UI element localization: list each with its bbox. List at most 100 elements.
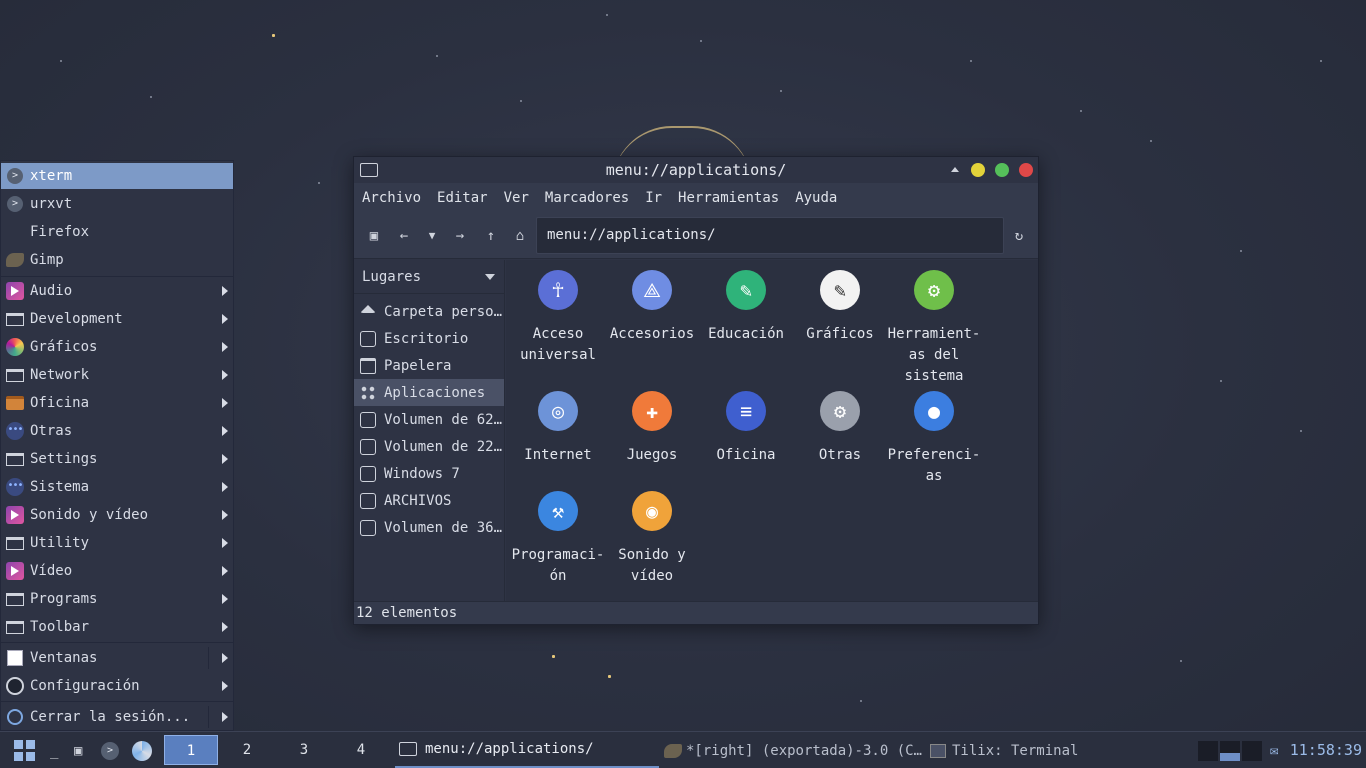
menu-item-settings[interactable]: Settings — [1, 446, 233, 472]
mail-icon[interactable]: ✉ — [1270, 732, 1278, 768]
workspace-2[interactable]: 2 — [220, 735, 274, 765]
menu-item-sonido-y-video[interactable]: Sonido y vídeo — [1, 502, 233, 528]
submenu-arrow-icon — [222, 314, 228, 324]
menu-item-development[interactable]: Development — [1, 306, 233, 332]
window-icon — [5, 533, 25, 553]
pager-icon[interactable] — [1198, 732, 1262, 768]
menu-item-oficina[interactable]: Oficina — [1, 390, 233, 416]
minimize-all-icon[interactable]: _ — [50, 732, 58, 768]
task-gimp[interactable]: *[right] (exportada)-3.0 (C… — [662, 732, 922, 768]
sidebar-item-home[interactable]: Carpeta perso… — [354, 298, 504, 325]
menu-item-audio[interactable]: Audio — [1, 278, 233, 304]
app-category-item[interactable]: ≡ Oficina — [699, 391, 793, 466]
app-category-label: Otras — [793, 445, 887, 466]
app-category-item[interactable]: ⚙ Otras — [793, 391, 887, 466]
firefox-icon — [5, 222, 25, 242]
workspace-3[interactable]: 3 — [277, 735, 331, 765]
menu-item-ventanas[interactable]: Ventanas — [1, 645, 233, 671]
sidebar-item-archivos[interactable]: ARCHIVOS — [354, 487, 504, 514]
app-category-label-line: Juegos — [626, 447, 678, 463]
workspace-4[interactable]: 4 — [334, 735, 388, 765]
app-category-item[interactable]: ☥ Acceso universal — [511, 270, 605, 366]
multimedia-icon — [5, 505, 25, 525]
browser-launcher-icon[interactable] — [132, 732, 152, 768]
app-grid-icon[interactable] — [14, 732, 36, 768]
brush-icon: ✎ — [820, 270, 860, 310]
app-category-item[interactable]: ✚ Juegos — [605, 391, 699, 466]
submenu-arrow-icon — [222, 482, 228, 492]
maximize-button[interactable] — [995, 163, 1009, 177]
menu-item-otras[interactable]: ••• Otras — [1, 418, 233, 444]
menu-item-sistema[interactable]: ••• Sistema — [1, 474, 233, 500]
sidebar-item-volume-3[interactable]: Volumen de 36… — [354, 514, 504, 541]
app-category-label-line: Acceso — [532, 326, 584, 342]
home-button[interactable]: ⌂ — [511, 227, 529, 245]
menu-ayuda[interactable]: Ayuda — [795, 190, 837, 206]
menu-herramientas[interactable]: Herramientas — [678, 190, 779, 206]
menu-item-gimp[interactable]: Gimp — [1, 247, 233, 273]
address-bar[interactable]: menu://applications/ — [536, 217, 1004, 254]
sidebar-item-label: Papelera — [384, 357, 452, 374]
menu-item-programs[interactable]: Programs — [1, 586, 233, 612]
accessibility-icon: ☥ — [538, 270, 578, 310]
taskbar: _ ▣ > 1 2 3 4 menu://applications/ *[rig… — [0, 731, 1366, 768]
reload-icon[interactable]: ↻ — [1010, 227, 1028, 245]
status-bar: 12 elementos — [354, 601, 1038, 624]
history-dropdown-icon[interactable]: ▼ — [423, 227, 441, 245]
star-decoration — [436, 55, 438, 57]
app-category-item[interactable]: ⟁ Accesorios — [605, 270, 699, 345]
app-category-item[interactable]: ⚒ Programaci-ón — [511, 491, 605, 587]
sidebar-item-escritorio[interactable]: Escritorio — [354, 325, 504, 352]
toggle-icon: ● — [914, 391, 954, 431]
menu-item-label: Cerrar la sesión... — [30, 709, 191, 725]
close-button[interactable] — [1019, 163, 1033, 177]
sidebar-header[interactable]: Lugares — [354, 260, 505, 294]
menu-item-graficos[interactable]: Gráficos — [1, 334, 233, 360]
sidebar-item-volume-1[interactable]: Volumen de 62… — [354, 406, 504, 433]
menu-item-firefox[interactable]: Firefox — [1, 219, 233, 245]
folder-icon — [399, 742, 417, 756]
menu-archivo[interactable]: Archivo — [362, 190, 421, 206]
start-menu: > xterm > urxvt Firefox Gimp Audio Devel… — [0, 160, 234, 731]
forward-button[interactable]: → — [451, 227, 469, 245]
back-button[interactable]: ← — [395, 227, 413, 245]
menu-editar[interactable]: Editar — [437, 190, 488, 206]
minimize-button[interactable] — [971, 163, 985, 177]
app-category-item[interactable]: ✎ Educación — [699, 270, 793, 345]
menu-marcadores[interactable]: Marcadores — [545, 190, 629, 206]
task-file-manager[interactable]: menu://applications/ — [395, 732, 659, 768]
menu-item-xterm[interactable]: > xterm — [1, 163, 233, 189]
app-category-item[interactable]: ● Preferenci-as — [887, 391, 981, 487]
menu-ver[interactable]: Ver — [504, 190, 529, 206]
shade-icon[interactable] — [951, 167, 959, 172]
app-category-item[interactable]: ◎ Internet — [511, 391, 605, 466]
sidebar-header-label: Lugares — [362, 268, 422, 285]
workspace-1[interactable]: 1 — [164, 735, 218, 765]
menu-item-label: Utility — [30, 535, 90, 551]
app-category-item[interactable]: ✎ Gráficos — [793, 270, 887, 345]
sidebar-item-papelera[interactable]: Papelera — [354, 352, 504, 379]
disk-icon — [360, 438, 376, 455]
terminal-launcher-icon[interactable]: > — [101, 732, 119, 768]
menu-item-network[interactable]: Network — [1, 362, 233, 388]
submenu-arrow-icon — [222, 681, 228, 691]
computer-icon[interactable]: ▣ — [365, 227, 383, 245]
menu-item-utility[interactable]: Utility — [1, 530, 233, 556]
window-titlebar[interactable]: menu://applications/ — [354, 157, 1038, 183]
app-category-item[interactable]: ⚙ Herramient-as del sistema — [887, 270, 981, 387]
menu-ir[interactable]: Ir — [645, 190, 662, 206]
sidebar-item-volume-2[interactable]: Volumen de 22… — [354, 433, 504, 460]
menu-item-toolbar[interactable]: Toolbar — [1, 614, 233, 640]
sidebar-item-windows7[interactable]: Windows 7 — [354, 460, 504, 487]
menu-item-configuracion[interactable]: Configuración — [1, 673, 233, 699]
menu-item-video[interactable]: Vídeo — [1, 558, 233, 584]
show-desktop-icon[interactable]: ▣ — [74, 732, 82, 768]
app-category-item[interactable]: ◉ Sonido y vídeo — [605, 491, 699, 587]
menu-item-cerrar-sesion[interactable]: Cerrar la sesión... — [1, 704, 233, 730]
sidebar-item-aplicaciones[interactable]: Aplicaciones — [354, 379, 504, 406]
task-tilix[interactable]: Tilix: Terminal — [928, 732, 1178, 768]
up-button[interactable]: ↑ — [482, 227, 500, 245]
sidebar-item-label: Escritorio — [384, 330, 469, 347]
menu-item-urxvt[interactable]: > urxvt — [1, 191, 233, 217]
gear-icon — [5, 676, 25, 696]
